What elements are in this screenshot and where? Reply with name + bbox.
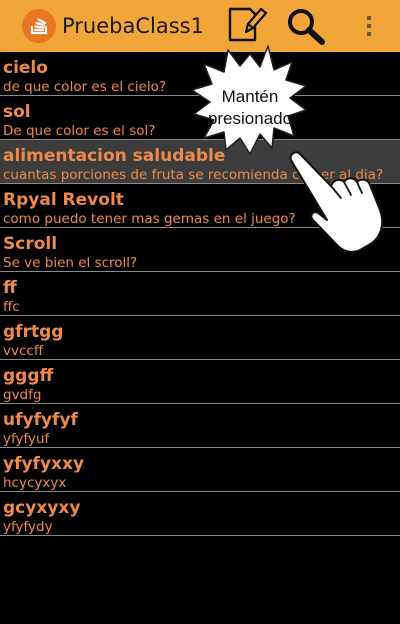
item-title: gcyxyxy bbox=[3, 498, 81, 518]
item-subtitle: como puedo tener mas gemas en el juego? bbox=[3, 211, 296, 227]
item-subtitle: ffc bbox=[3, 299, 20, 315]
list-item[interactable]: yfyfyxxy hcycyxyx bbox=[0, 448, 400, 492]
item-title: gggff bbox=[3, 366, 54, 386]
list-item[interactable]: gfrtgg vvccff bbox=[0, 316, 400, 360]
overflow-menu-icon[interactable] bbox=[356, 5, 382, 47]
hint-text: Mantén presionado bbox=[195, 86, 305, 130]
item-subtitle: yfyfyuf bbox=[3, 431, 50, 447]
item-title: gfrtgg bbox=[3, 322, 64, 342]
list-item[interactable]: ff ffc bbox=[0, 272, 400, 316]
item-title: sol bbox=[3, 102, 31, 122]
item-title: ff bbox=[3, 278, 17, 298]
item-subtitle: De que color es el sol? bbox=[3, 123, 156, 139]
item-title: cielo bbox=[3, 58, 48, 78]
item-subtitle: de que color es el cielo? bbox=[3, 79, 167, 95]
app-title: PruebaClass1 bbox=[62, 14, 204, 38]
item-subtitle: vvccff bbox=[3, 343, 44, 359]
item-title: yfyfyxxy bbox=[3, 454, 85, 474]
item-title: Scroll bbox=[3, 234, 58, 254]
hint-line-2: presionado bbox=[207, 109, 293, 128]
list-item[interactable]: gggff gvdfg bbox=[0, 360, 400, 404]
hint-line-1: Mantén bbox=[221, 87, 279, 106]
item-subtitle: hcycyxyx bbox=[3, 475, 67, 491]
item-subtitle: Se ve bien el scroll? bbox=[3, 255, 138, 271]
pointing-hand-icon bbox=[289, 151, 384, 252]
list-item[interactable]: gcyxyxy yfyfydy bbox=[0, 492, 400, 536]
stack-icon bbox=[30, 18, 48, 35]
list-item[interactable]: ufyfyfyf yfyfyuf bbox=[0, 404, 400, 448]
item-title: ufyfyfyf bbox=[3, 410, 78, 430]
item-subtitle: gvdfg bbox=[3, 387, 42, 403]
item-title: Rpyal Revolt bbox=[3, 190, 124, 210]
app-icon[interactable] bbox=[22, 9, 56, 43]
item-subtitle: yfyfydy bbox=[3, 519, 53, 535]
